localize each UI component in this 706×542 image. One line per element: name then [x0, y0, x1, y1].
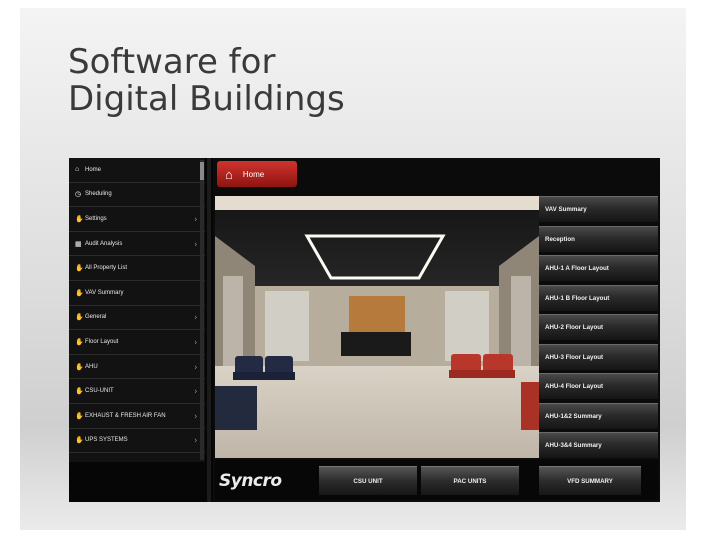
sidebar-item-csu-unit[interactable]: ✋ CSU-UNIT ›	[69, 379, 205, 404]
hand-icon: ✋	[75, 412, 84, 420]
chevron-right-icon: ›	[194, 239, 197, 249]
csu-unit-button[interactable]: CSU UNIT	[319, 466, 417, 495]
hand-icon: ✋	[75, 289, 84, 297]
chevron-right-icon: ›	[194, 312, 197, 322]
hand-icon: ✋	[75, 363, 84, 371]
sidebar-item-label: Settings	[85, 215, 107, 222]
sidebar-item-general[interactable]: ✋ General ›	[69, 306, 205, 331]
ahu-3-floor-layout-button[interactable]: AHU-3 Floor Layout	[539, 343, 658, 370]
hand-icon: ✋	[75, 338, 84, 346]
clock-icon: ◷	[75, 191, 82, 199]
home-tab-label: Home	[242, 169, 265, 179]
vfd-summary-button[interactable]: VFD SUMMARY	[539, 466, 641, 495]
reception-button[interactable]: Reception	[539, 225, 658, 252]
slide-title: Software for Digital Buildings	[68, 42, 345, 119]
ahu-1b-floor-layout-button[interactable]: AHU-1 B Floor Layout	[539, 284, 658, 311]
app-window: ⌂ Home ◷ Sheduling ✋ Settings › ▦ Audit …	[69, 158, 660, 502]
home-icon: ⌂	[225, 166, 233, 182]
sidebar-item-label: Audit Analysis	[85, 240, 123, 247]
sidebar-item-label: Home	[85, 166, 102, 173]
sidebar-item-all-property-list[interactable]: ✋ All Property List	[69, 256, 205, 281]
sidebar-item-label: Sheduling	[85, 191, 112, 198]
sidebar-scroll-thumb[interactable]	[200, 162, 204, 180]
chevron-right-icon: ›	[194, 435, 197, 445]
home-tab[interactable]: ⌂ Home	[217, 161, 297, 187]
main-panel: ⌂ Home VAV Summary Reception AHU-1 A Flo…	[213, 158, 660, 502]
ahu-3-4-summary-button[interactable]: AHU-3&4 Summary	[539, 432, 658, 458]
sidebar-item-vav-summary[interactable]: ✋ VAV Summary	[69, 281, 205, 306]
sidebar-item-sheduling[interactable]: ◷ Sheduling	[69, 183, 205, 208]
ahu-4-floor-layout-button[interactable]: AHU-4 Floor Layout	[539, 373, 658, 399]
reception-photo	[215, 196, 539, 458]
sidebar-item-label: CSU-UNIT	[85, 388, 114, 395]
sidebar-item-label: AHU	[85, 363, 98, 370]
sidebar-item-label: EXHAUST & FRESH AIR FAN	[85, 412, 166, 419]
sidebar-item-exhaust-fresh-air-fan[interactable]: ✋ EXHAUST & FRESH AIR FAN ›	[69, 404, 205, 429]
sidebar-item-home[interactable]: ⌂ Home	[69, 158, 205, 183]
slide: Software for Digital Buildings ⌂ Home ◷ …	[20, 8, 686, 530]
hand-icon: ✋	[75, 437, 84, 445]
sidebar-item-label: General	[85, 314, 107, 321]
sidebar-item-floor-layout[interactable]: ✋ Floor Layout ›	[69, 330, 205, 355]
sidebar-item-label: Floor Layout	[85, 338, 119, 345]
sidebar-item-ups-systems[interactable]: ✋ UPS SYSTEMS ›	[69, 429, 205, 454]
bottom-bar: Syncro CSU UNIT PAC UNITS VFD SUMMARY	[215, 460, 658, 500]
chevron-right-icon: ›	[194, 214, 197, 224]
vav-summary-button[interactable]: VAV Summary	[539, 196, 658, 222]
panel-divider	[207, 158, 211, 502]
ahu-1a-floor-layout-button[interactable]: AHU-1 A Floor Layout	[539, 255, 658, 281]
ahu-2-floor-layout-button[interactable]: AHU-2 Floor Layout	[539, 314, 658, 340]
sidebar-item-audit-analysis[interactable]: ▦ Audit Analysis ›	[69, 232, 205, 257]
sidebar-item-label: All Property List	[85, 265, 128, 272]
chevron-right-icon: ›	[194, 337, 197, 347]
sidebar: ⌂ Home ◷ Sheduling ✋ Settings › ▦ Audit …	[69, 158, 205, 462]
hand-icon: ✋	[75, 215, 84, 223]
chevron-right-icon: ›	[194, 386, 197, 396]
hand-icon: ✋	[75, 388, 84, 396]
sidebar-item-label: UPS SYSTEMS	[85, 437, 128, 444]
sidebar-item-settings[interactable]: ✋ Settings ›	[69, 207, 205, 232]
hand-icon: ✋	[75, 265, 84, 273]
grid-icon: ▦	[75, 240, 82, 248]
pac-units-button[interactable]: PAC UNITS	[421, 466, 519, 495]
sidebar-scrollbar[interactable]	[200, 160, 204, 460]
chevron-right-icon: ›	[194, 411, 197, 421]
chevron-right-icon: ›	[194, 362, 197, 372]
hand-icon: ✋	[75, 314, 84, 322]
syncro-logo: Syncro	[219, 471, 282, 491]
right-menu: VAV Summary Reception AHU-1 A Floor Layo…	[539, 196, 658, 462]
home-icon: ⌂	[75, 166, 80, 174]
sidebar-item-label: VAV Summary	[85, 289, 124, 296]
ahu-1-2-summary-button[interactable]: AHU-1&2 Summary	[539, 402, 658, 429]
sidebar-item-ahu[interactable]: ✋ AHU ›	[69, 355, 205, 380]
